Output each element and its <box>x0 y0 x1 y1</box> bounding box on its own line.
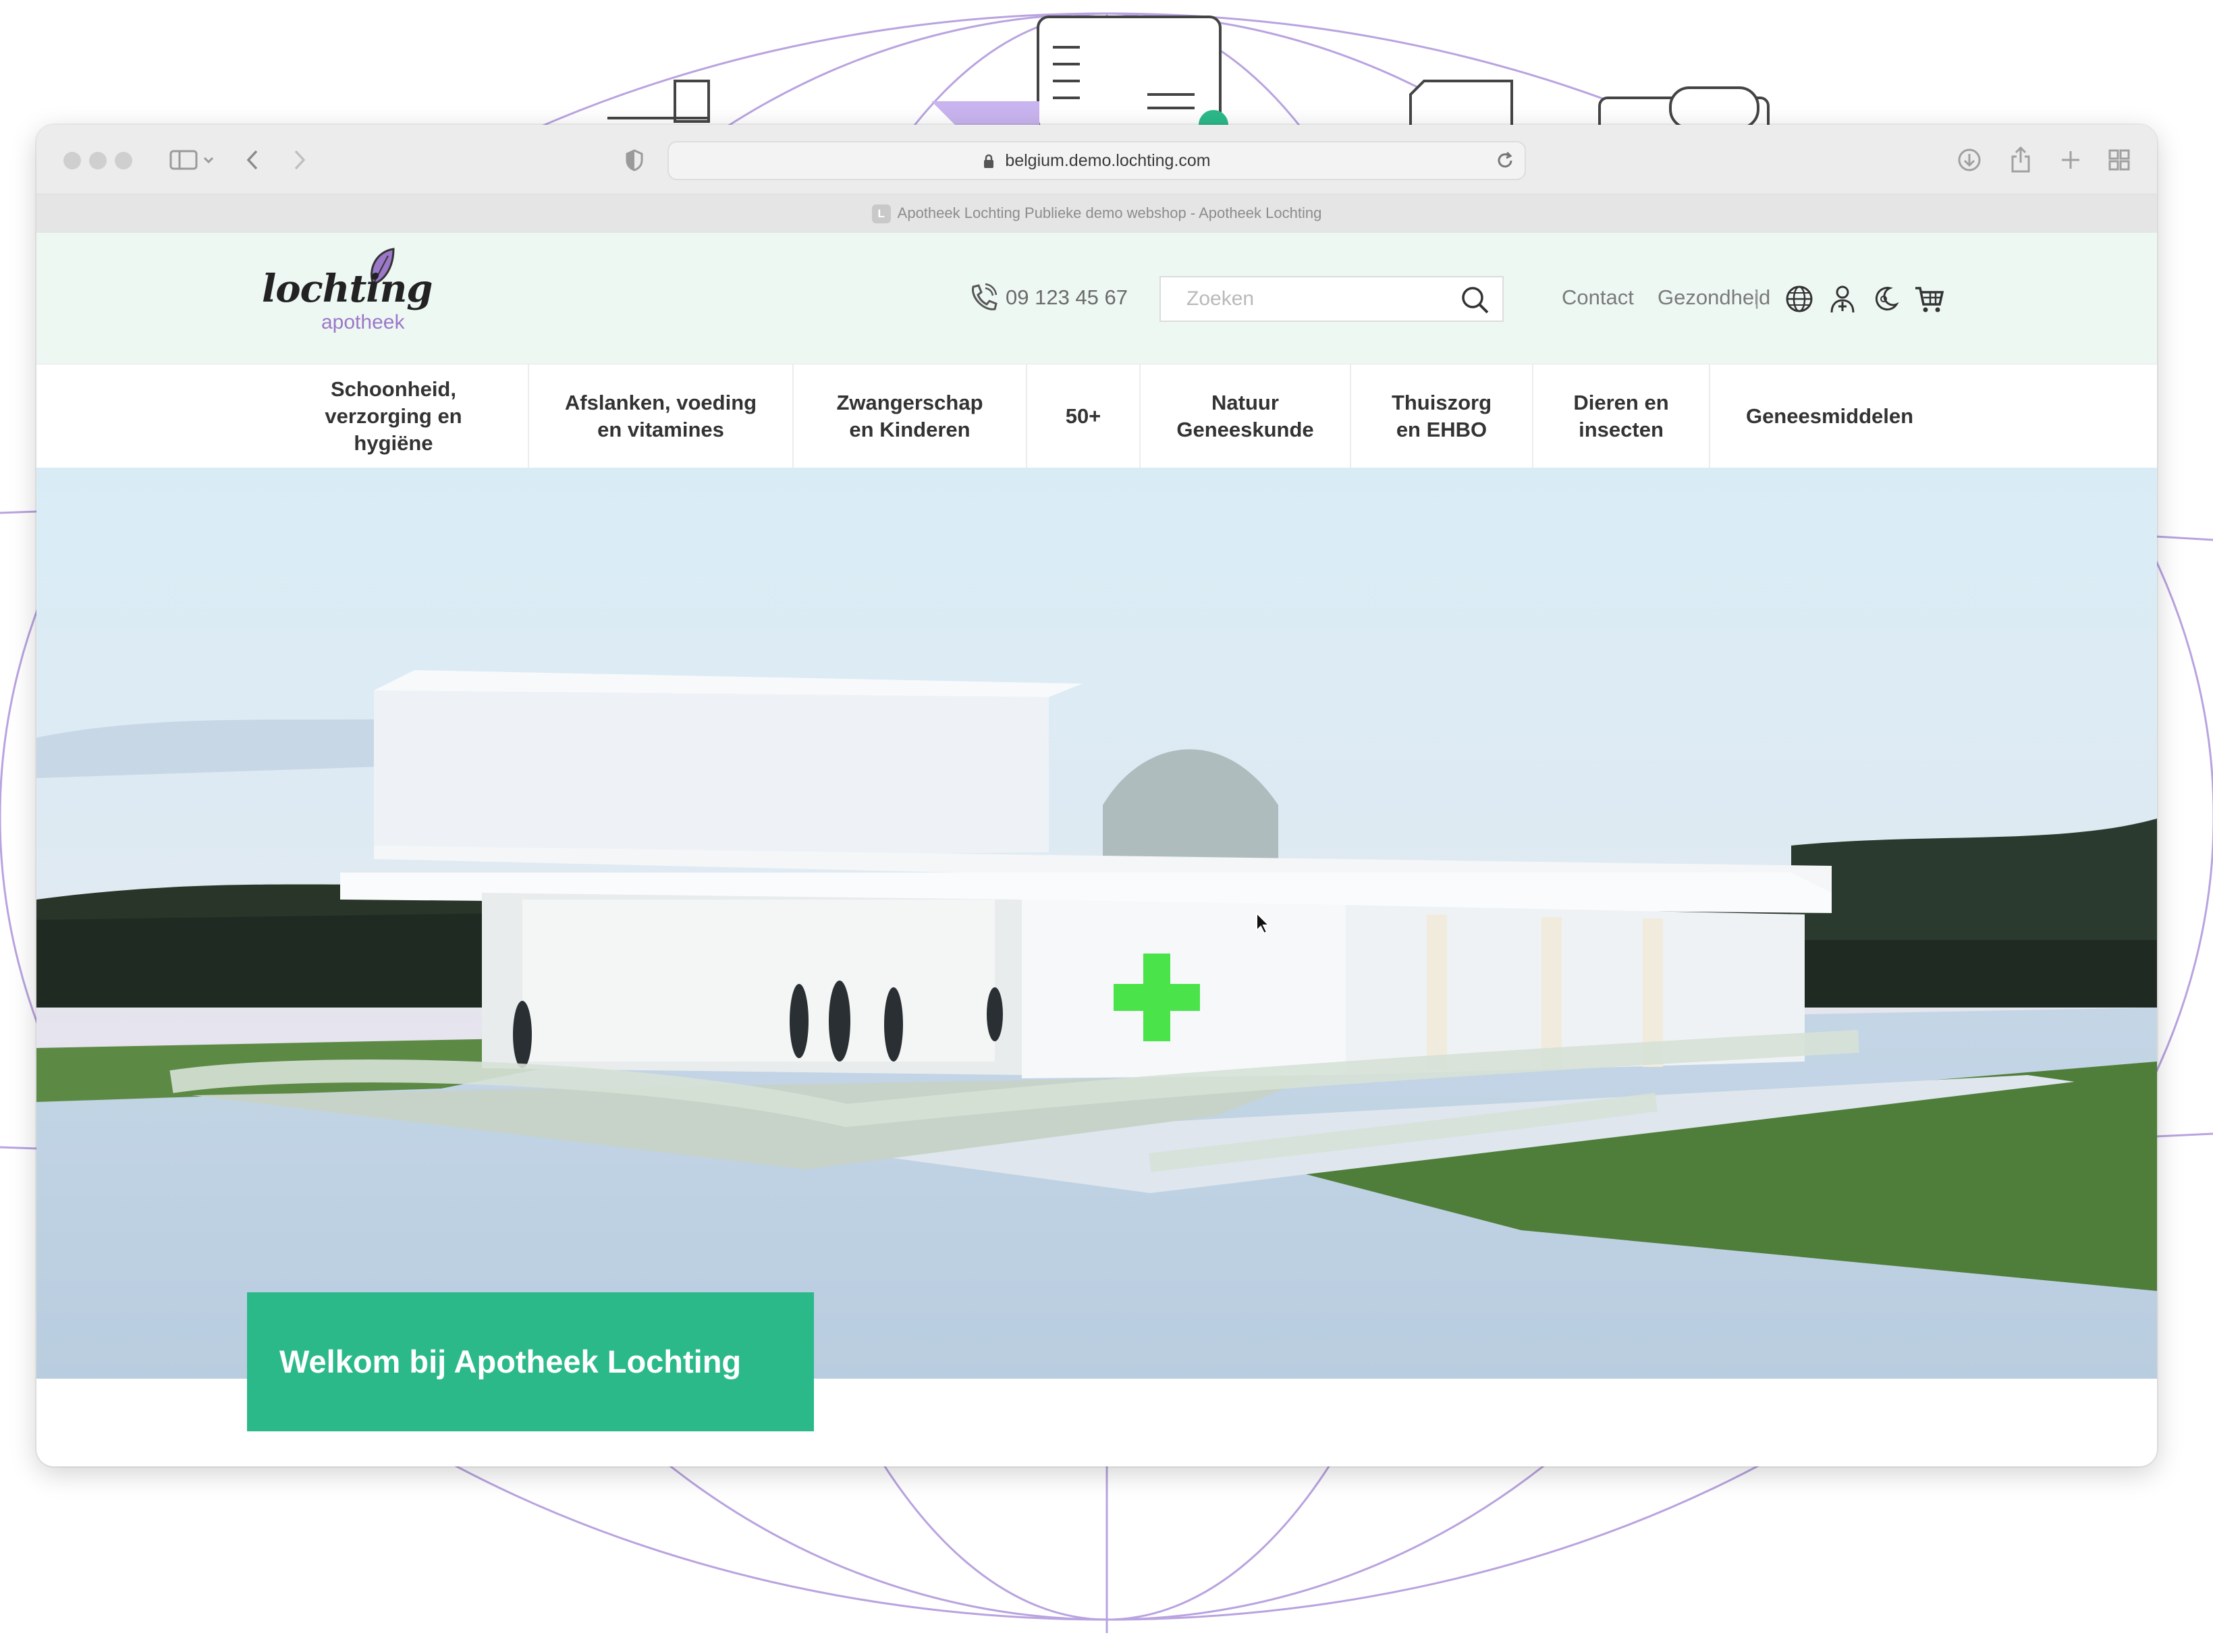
sidebar-toggle-icon[interactable] <box>166 145 220 175</box>
cart-icon[interactable] <box>1914 284 1944 314</box>
download-icon[interactable] <box>1955 145 1984 175</box>
url-text: belgium.demo.lochting.com <box>1005 151 1211 170</box>
active-tab[interactable]: L Apotheek Lochting Publieke demo webshop… <box>36 194 2157 232</box>
window-minimize-button[interactable] <box>89 152 107 169</box>
reload-icon[interactable] <box>1495 150 1515 171</box>
tab-title-text: Apotheek Lochting Publieke demo webshop … <box>897 204 1322 221</box>
search-input[interactable] <box>1161 277 1444 321</box>
header-separator: | <box>1754 285 1760 309</box>
nav-item-50plus[interactable]: 50+ <box>1027 364 1141 468</box>
nav-item-thuiszorg[interactable]: Thuiszorg en EHBO <box>1351 364 1533 468</box>
nav-item-afslanken[interactable]: Afslanken, voeding en vitamines <box>529 364 794 468</box>
pharmacist-icon[interactable] <box>1828 284 1857 314</box>
nav-item-schoonheid[interactable]: Schoonheid, verzorging en hygiëne <box>259 364 529 468</box>
lochting-logo[interactable]: lochting apotheek <box>259 246 433 341</box>
phone-icon <box>972 283 998 310</box>
search-icon[interactable] <box>1460 285 1490 315</box>
search-box <box>1159 276 1504 322</box>
logo-wordmark: lochting <box>262 267 433 311</box>
window-zoom-button[interactable] <box>115 152 132 169</box>
contact-link[interactable]: Contact <box>1562 281 1634 314</box>
welcome-title: Welkom bij Apotheek Lochting <box>279 1344 742 1379</box>
tab-overview-icon[interactable] <box>2104 145 2134 175</box>
new-tab-plus-icon[interactable] <box>2056 145 2085 175</box>
nav-item-zwangerschap[interactable]: Zwangerschap en Kinderen <box>794 364 1027 468</box>
privacy-shield-icon[interactable] <box>621 145 648 175</box>
browser-toolbar: belgium.demo.lochting.com L Apotheek Loch… <box>36 125 2157 235</box>
window-close-button[interactable] <box>63 152 81 169</box>
browser-window: belgium.demo.lochting.com L Apotheek Loch… <box>36 125 2157 1466</box>
globe-icon[interactable] <box>1784 284 1814 314</box>
phone-number: 09 123 45 67 <box>1006 285 1128 309</box>
logo-subtitle: apotheek <box>321 311 405 333</box>
site-header: lochting apotheek 09 123 45 67 Contact G… <box>36 233 2157 364</box>
tab-bar: L Apotheek Lochting Publieke demo webshop… <box>36 194 2157 235</box>
nav-item-geneesmiddelen[interactable]: Geneesmiddelen <box>1710 364 1949 468</box>
pharmacy-building-image <box>36 468 2157 1379</box>
welcome-banner: Welkom bij Apotheek Lochting <box>247 1292 814 1431</box>
night-moon-icon[interactable] <box>1871 284 1901 314</box>
favicon-icon: L <box>871 204 891 224</box>
back-chevron-icon[interactable] <box>239 145 266 175</box>
mouse-cursor-icon <box>1256 912 1271 935</box>
hero-banner <box>36 468 2157 1379</box>
nav-item-dieren[interactable]: Dieren en insecten <box>1533 364 1710 468</box>
address-bar[interactable]: belgium.demo.lochting.com <box>667 141 1526 180</box>
share-icon[interactable] <box>2006 145 2036 175</box>
main-navigation: Schoonheid, verzorging en hygiëne Afslan… <box>36 364 2157 468</box>
lock-icon <box>984 155 994 169</box>
forward-chevron-icon[interactable] <box>286 145 313 175</box>
phone-contact[interactable]: 09 123 45 67 <box>968 283 1128 312</box>
nav-item-natuur-geneeskunde[interactable]: Natuur Geneeskunde <box>1141 364 1351 468</box>
